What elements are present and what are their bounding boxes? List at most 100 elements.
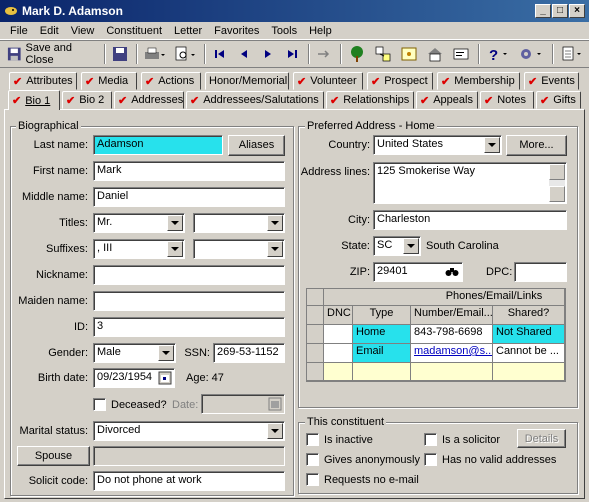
id-field[interactable]: 3 — [93, 317, 285, 337]
tab-honor-memorial[interactable]: Honor/Memorial — [205, 72, 289, 90]
dropdown-arrow-icon[interactable] — [167, 241, 183, 257]
menu-file[interactable]: File — [4, 25, 34, 37]
dropdown-arrow-icon[interactable] — [267, 241, 283, 257]
scroll-down-icon[interactable] — [549, 186, 565, 202]
menu-constituent[interactable]: Constituent — [100, 25, 168, 37]
spouse-button[interactable]: Spouse — [17, 446, 90, 466]
tab-addressees-salutations[interactable]: ✔ Addressees/Salutations — [186, 91, 324, 109]
dpc-field[interactable] — [514, 262, 567, 282]
solicit-code-field[interactable]: Do not phone at work — [93, 471, 285, 491]
no-valid-addresses-checkbox[interactable] — [424, 453, 437, 466]
household-button[interactable] — [423, 43, 447, 65]
nickname-field[interactable] — [93, 265, 285, 285]
first-name-field[interactable]: Mark — [93, 161, 285, 181]
menu-tools[interactable]: Tools — [265, 25, 303, 37]
anonymous-checkbox[interactable] — [306, 453, 319, 466]
menu-favorites[interactable]: Favorites — [208, 25, 265, 37]
tab-membership[interactable]: ✔ Membership — [437, 72, 520, 90]
suffix2-select[interactable] — [193, 239, 285, 259]
maximize-button[interactable]: □ — [552, 4, 568, 18]
new-row-type[interactable] — [353, 363, 411, 381]
title1-select[interactable]: Mr. — [93, 213, 185, 233]
inactive-checkbox[interactable] — [306, 433, 319, 446]
country-select[interactable]: United States — [373, 135, 502, 155]
last-name-field[interactable]: Adamson — [93, 135, 223, 155]
col-shared[interactable]: Shared? — [493, 306, 565, 325]
city-field[interactable]: Charleston — [373, 210, 567, 230]
row2-dnc[interactable] — [324, 344, 353, 363]
dropdown-arrow-icon[interactable] — [167, 215, 183, 231]
row1-dnc[interactable] — [324, 325, 353, 344]
row-selector[interactable] — [307, 325, 324, 344]
row1-shared[interactable]: Not Shared — [493, 325, 565, 344]
title2-select[interactable] — [193, 213, 285, 233]
gender-select[interactable]: Male — [93, 343, 176, 363]
tab-appeals[interactable]: ✔ Appeals — [416, 91, 478, 109]
tab-bio-2[interactable]: ✔ Bio 2 — [62, 91, 112, 109]
help-button[interactable]: ? — [483, 43, 513, 65]
menu-letter[interactable]: Letter — [168, 25, 208, 37]
dropdown-arrow-icon[interactable] — [484, 137, 500, 153]
tools-button[interactable] — [515, 43, 547, 65]
page-button[interactable] — [557, 43, 587, 65]
row2-email[interactable]: madamson@s... — [411, 344, 493, 363]
state-select[interactable]: SC — [373, 236, 421, 256]
tab-gifts[interactable]: ✔ Gifts — [536, 91, 581, 109]
print-button[interactable] — [141, 43, 169, 65]
dropdown-arrow-icon[interactable] — [267, 423, 283, 439]
dropdown-arrow-icon[interactable] — [158, 345, 174, 361]
details-button[interactable]: Details — [517, 429, 566, 448]
new-row-shared[interactable] — [493, 363, 565, 381]
minimize-button[interactable]: _ — [535, 4, 551, 18]
marital-status-select[interactable]: Divorced — [93, 421, 285, 441]
ssn-field[interactable]: 269-53-1152 — [213, 343, 285, 363]
deceased-checkbox[interactable] — [93, 398, 106, 411]
row2-shared[interactable]: Cannot be ... — [493, 344, 565, 363]
new-row-dnc[interactable] — [324, 363, 353, 381]
tab-events[interactable]: ✔ Events — [524, 72, 579, 90]
menu-view[interactable]: View — [65, 25, 101, 37]
notepad-button[interactable] — [397, 43, 421, 65]
previous-record-button[interactable] — [233, 43, 255, 65]
menu-help[interactable]: Help — [303, 25, 338, 37]
row1-type[interactable]: Home — [353, 325, 411, 344]
col-type[interactable]: Type — [353, 306, 411, 325]
close-button[interactable]: × — [569, 4, 585, 18]
tab-notes[interactable]: ✔ Notes — [480, 91, 534, 109]
card-button[interactable] — [449, 43, 473, 65]
dropdown-arrow-icon[interactable] — [403, 238, 419, 254]
new-row-number[interactable] — [411, 363, 493, 381]
binoculars-icon[interactable] — [445, 266, 459, 278]
col-dnc[interactable]: DNC — [324, 306, 353, 325]
next-record-button[interactable] — [257, 43, 279, 65]
scroll-up-icon[interactable] — [549, 164, 565, 180]
birth-date-field[interactable]: 09/23/1954 — [93, 368, 175, 388]
row1-number[interactable]: 843-798-6698 — [411, 325, 493, 344]
tab-addresses[interactable]: ✔ Addresses — [114, 91, 184, 109]
row-selector[interactable] — [307, 363, 324, 381]
aliases-button[interactable]: Aliases — [228, 135, 285, 156]
tab-prospect[interactable]: ✔ Prospect — [367, 72, 433, 90]
save-button[interactable] — [109, 43, 131, 65]
link-button[interactable] — [371, 43, 395, 65]
tab-relationships[interactable]: ✔ Relationships — [326, 91, 414, 109]
calendar-icon[interactable] — [158, 371, 172, 385]
more-button[interactable]: More... — [506, 135, 567, 156]
dropdown-arrow-icon[interactable] — [267, 215, 283, 231]
address-lines-field[interactable]: 125 Smokerise Way — [373, 162, 567, 204]
last-record-button[interactable] — [281, 43, 303, 65]
col-number[interactable]: Number/Email... — [411, 306, 493, 325]
solicitor-checkbox[interactable] — [424, 433, 437, 446]
tab-attributes[interactable]: ✔ Attributes — [9, 72, 77, 90]
row2-type[interactable]: Email — [353, 344, 411, 363]
tab-media[interactable]: ✔ Media — [81, 72, 137, 90]
goto-button[interactable] — [313, 43, 335, 65]
tab-actions[interactable]: ✔ Actions — [141, 72, 201, 90]
address-scrollbar[interactable] — [549, 164, 565, 202]
first-record-button[interactable] — [209, 43, 231, 65]
tab-bio-1[interactable]: ✔ Bio 1 — [8, 90, 60, 110]
zip-field[interactable]: 29401 — [373, 262, 463, 282]
menu-edit[interactable]: Edit — [34, 25, 65, 37]
print-preview-button[interactable] — [171, 43, 199, 65]
tab-volunteer[interactable]: ✔ Volunteer — [293, 72, 363, 90]
